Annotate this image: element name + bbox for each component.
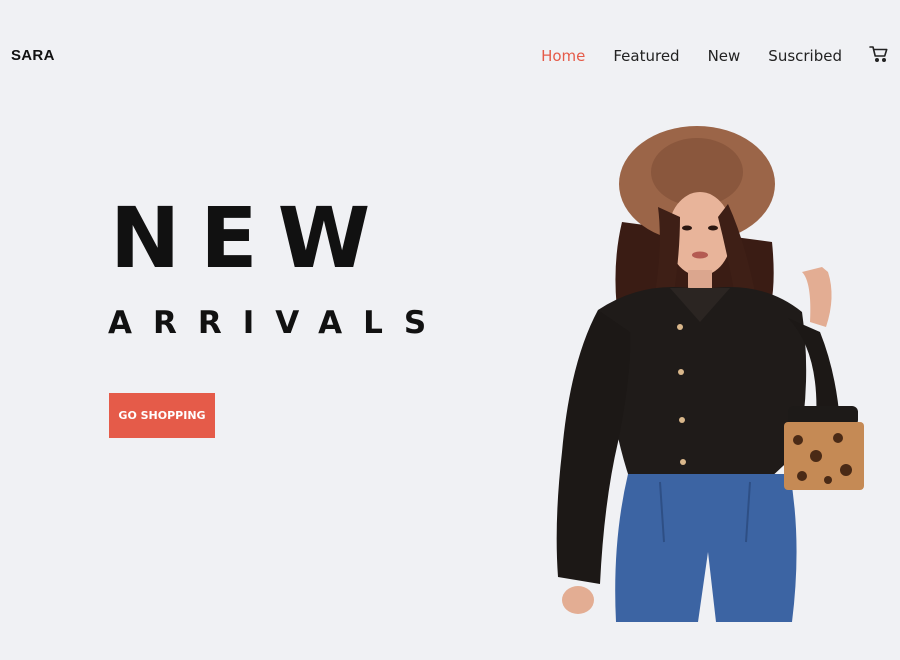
- hero-title: NEW: [110, 189, 391, 287]
- cart-icon[interactable]: [869, 44, 889, 64]
- hero-model-image: [556, 126, 864, 622]
- brand-logo[interactable]: SARA: [11, 47, 55, 64]
- go-shopping-button[interactable]: GO SHOPPING: [109, 393, 215, 438]
- hero-subtitle: ARRIVALS: [108, 305, 448, 341]
- nav-new[interactable]: New: [708, 47, 741, 65]
- nav-home[interactable]: Home: [541, 47, 585, 65]
- nav-suscribed[interactable]: Suscribed: [768, 47, 842, 65]
- nav-featured[interactable]: Featured: [613, 47, 679, 65]
- main-nav: Home Featured New Suscribed: [541, 47, 842, 65]
